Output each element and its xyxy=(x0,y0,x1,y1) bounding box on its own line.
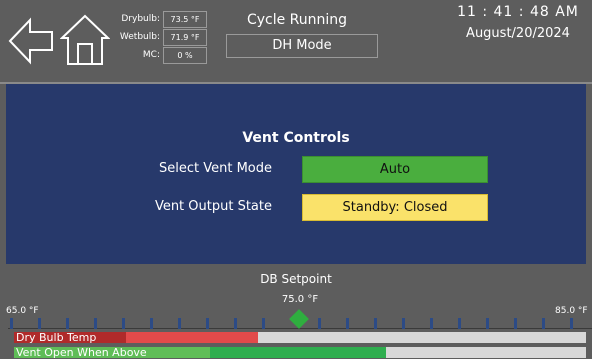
ruler-tick xyxy=(402,318,405,329)
scale-max-label: 85.0 °F xyxy=(555,306,588,316)
ruler-tick xyxy=(206,318,209,329)
ruler-tick xyxy=(318,318,321,329)
ruler-tick xyxy=(458,318,461,329)
setpoint-section: DB Setpoint 75.0 °F 65.0 °F 85.0 °F Dry … xyxy=(0,264,592,358)
drybulb-label: Drybulb: xyxy=(121,14,160,24)
vent-open-label: Vent Open When Above xyxy=(14,347,212,358)
vent-open-fill xyxy=(210,347,386,358)
dry-bulb-temp-label: Dry Bulb Temp xyxy=(14,332,128,343)
ruler-tick xyxy=(486,318,489,329)
home-icon[interactable] xyxy=(60,14,110,66)
ruler-tick xyxy=(38,318,41,329)
ruler-tick xyxy=(10,318,13,329)
vent-open-bar: Vent Open When Above xyxy=(14,347,586,358)
ruler-tick xyxy=(346,318,349,329)
cycle-status: Cycle Running xyxy=(246,12,348,28)
dry-bulb-temp-fill xyxy=(126,332,258,343)
wetbulb-value: 71.9 °F xyxy=(163,29,207,46)
clock-time: 11 : 41 : 48 AM xyxy=(457,4,579,20)
header-bar: Drybulb: 73.5 °F Wetbulb: 71.9 °F MC: 0 … xyxy=(0,0,592,82)
wetbulb-label: Wetbulb: xyxy=(119,32,160,42)
vent-mode-label: Select Vent Mode xyxy=(158,161,272,176)
setpoint-title: DB Setpoint xyxy=(260,272,332,286)
vent-output-label: Vent Output State xyxy=(154,199,272,214)
ruler-tick xyxy=(430,318,433,329)
panel-title: Vent Controls xyxy=(242,130,350,146)
ruler-tick xyxy=(150,318,153,329)
mode-display: DH Mode xyxy=(226,34,378,58)
clock-date: August/20/2024 xyxy=(466,26,570,41)
setpoint-value: 75.0 °F xyxy=(281,294,319,305)
ruler-tick xyxy=(94,318,97,329)
dry-bulb-temp-bar: Dry Bulb Temp xyxy=(14,332,586,343)
ruler-tick xyxy=(178,318,181,329)
back-arrow-icon[interactable] xyxy=(8,16,54,66)
drybulb-value: 73.5 °F xyxy=(163,11,207,28)
mc-label: MC: xyxy=(142,50,160,60)
ruler-tick xyxy=(542,318,545,329)
scale-min-label: 65.0 °F xyxy=(6,306,39,316)
ruler-tick xyxy=(374,318,377,329)
ruler-tick xyxy=(514,318,517,329)
vent-controls-panel: Vent Controls Select Vent Mode Auto Vent… xyxy=(6,84,586,264)
vent-output-state: Standby: Closed xyxy=(302,194,488,221)
vent-mode-button[interactable]: Auto xyxy=(302,156,488,183)
ruler-tick xyxy=(262,318,265,329)
ruler-tick xyxy=(122,318,125,329)
mc-value: 0 % xyxy=(163,47,207,64)
ruler-tick xyxy=(66,318,69,329)
ruler-tick xyxy=(570,318,573,329)
ruler-tick xyxy=(234,318,237,329)
